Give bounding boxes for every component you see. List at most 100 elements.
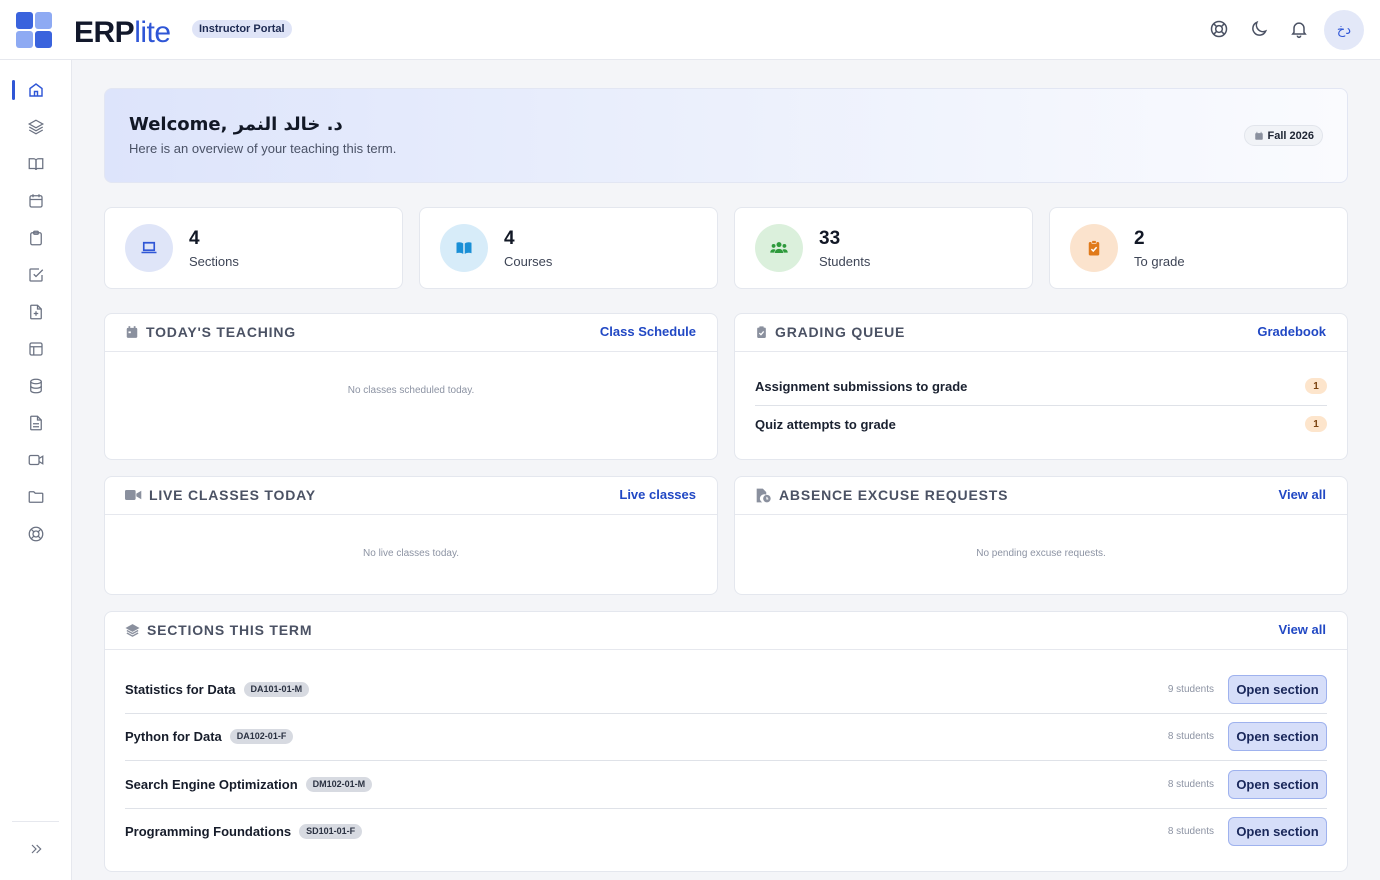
- section-row: Statistics for Data DA101-01-M 9 student…: [125, 666, 1327, 713]
- brand-accent: lite: [134, 16, 171, 49]
- panel-title-text: GRADING QUEUE: [775, 324, 906, 340]
- stat-label: To grade: [1134, 254, 1185, 269]
- welcome-subtitle: Here is an overview of your teaching thi…: [129, 141, 397, 156]
- panel-title: SECTIONS THIS TERM: [125, 622, 312, 638]
- section-name: Python for Data: [125, 729, 222, 744]
- gradebook-link[interactable]: Gradebook: [1257, 324, 1326, 339]
- clipboard-check-icon: [1070, 224, 1118, 272]
- file-clock-icon: [756, 488, 771, 502]
- student-count: 8 students: [1167, 731, 1214, 742]
- notifications-bell-icon[interactable]: [1287, 17, 1311, 41]
- section-code-badge: DM102-01-M: [305, 777, 373, 792]
- calendar-icon: [126, 326, 138, 338]
- dark-mode-moon-icon[interactable]: [1247, 17, 1271, 41]
- empty-state-text: No classes scheduled today.: [347, 385, 475, 396]
- help-lifebuoy-icon[interactable]: [1207, 17, 1231, 41]
- view-all-sections-link[interactable]: View all: [1279, 622, 1326, 637]
- section-row: Programming Foundations SD101-01-F 8 stu…: [125, 808, 1327, 855]
- stat-value: 33: [819, 228, 841, 249]
- panel-title-text: TODAY'S TEACHING: [146, 324, 296, 340]
- clipboard-check-icon: [757, 326, 766, 338]
- nav-checkbox-icon[interactable]: [24, 263, 48, 287]
- count-badge: 1: [1305, 378, 1327, 394]
- stat-value: 2: [1134, 228, 1145, 249]
- section-name: Programming Foundations: [125, 824, 292, 839]
- logo-icon[interactable]: [16, 12, 53, 48]
- stat-card-sections: 4 Sections: [104, 207, 403, 289]
- open-section-button[interactable]: Open section: [1228, 817, 1327, 846]
- queue-item[interactable]: Assignment submissions to grade 1: [755, 367, 1327, 405]
- class-schedule-link[interactable]: Class Schedule: [600, 324, 696, 339]
- nav-lifebuoy-icon[interactable]: [24, 522, 48, 546]
- student-count: 9 students: [1167, 684, 1214, 695]
- nav-calendar-icon[interactable]: [24, 189, 48, 213]
- nav-layout-icon[interactable]: [24, 337, 48, 361]
- welcome-banner: Welcome, د. خالد النمر Here is an overvi…: [104, 88, 1348, 183]
- panel-header: GRADING QUEUE Gradebook: [735, 314, 1347, 352]
- panel-title: ABSENCE EXCUSE REQUESTS: [755, 487, 1008, 503]
- layers-icon: [125, 623, 140, 637]
- term-badge: Fall 2026: [1243, 125, 1323, 146]
- stat-label: Sections: [189, 254, 239, 269]
- queue-item-label: Assignment submissions to grade: [755, 378, 968, 394]
- panel-title-text: SECTIONS THIS TERM: [147, 622, 313, 638]
- count-badge: 1: [1305, 416, 1327, 432]
- stat-card-to-grade: 2 To grade: [1049, 207, 1348, 289]
- live-classes-panel: LIVE CLASSES TODAY Live classes No live …: [104, 476, 718, 595]
- sidebar-divider: [12, 821, 59, 822]
- student-count: 8 students: [1167, 826, 1214, 837]
- brand-main: ERP: [74, 16, 135, 49]
- nav-file-plus-icon[interactable]: [24, 300, 48, 324]
- stat-value: 4: [189, 228, 200, 249]
- laptop-icon: [125, 224, 173, 272]
- live-classes-link[interactable]: Live classes: [619, 487, 696, 502]
- open-book-icon: [440, 224, 488, 272]
- empty-state-text: No pending excuse requests.: [976, 548, 1106, 559]
- panel-title-text: ABSENCE EXCUSE REQUESTS: [779, 487, 1009, 503]
- open-section-button[interactable]: Open section: [1228, 722, 1327, 751]
- section-name: Statistics for Data: [125, 682, 236, 697]
- brand-wordmark[interactable]: ERPlite: [74, 15, 171, 51]
- nav-clipboard-icon[interactable]: [24, 226, 48, 250]
- absence-excuse-panel: ABSENCE EXCUSE REQUESTS View all No pend…: [734, 476, 1348, 595]
- empty-state-text: No live classes today.: [363, 548, 459, 559]
- todays-teaching-panel: TODAY'S TEACHING Class Schedule No class…: [104, 313, 718, 460]
- sections-this-term-panel: SECTIONS THIS TERM View all Statistics f…: [104, 611, 1348, 872]
- nav-layers-icon[interactable]: [24, 115, 48, 139]
- section-name: Search Engine Optimization: [125, 777, 298, 792]
- panel-header: SECTIONS THIS TERM View all: [105, 612, 1347, 650]
- panel-header: TODAY'S TEACHING Class Schedule: [105, 314, 717, 352]
- welcome-title: Welcome, د. خالد النمر: [129, 114, 343, 135]
- panel-title: GRADING QUEUE: [755, 324, 905, 340]
- stat-card-students: 33 Students: [734, 207, 1033, 289]
- panel-title: LIVE CLASSES TODAY: [125, 487, 316, 503]
- panel-header: LIVE CLASSES TODAY Live classes: [105, 477, 717, 515]
- user-avatar[interactable]: دخ: [1324, 10, 1364, 50]
- open-section-button[interactable]: Open section: [1228, 770, 1327, 799]
- nav-home-icon[interactable]: [12, 78, 48, 102]
- stat-label: Students: [819, 254, 871, 269]
- nav-book-icon[interactable]: [24, 152, 48, 176]
- section-code-badge: DA102-01-F: [229, 729, 294, 744]
- section-code-badge: SD101-01-F: [299, 824, 363, 839]
- panel-header: ABSENCE EXCUSE REQUESTS View all: [735, 477, 1347, 515]
- grading-queue-panel: GRADING QUEUE Gradebook Assignment submi…: [734, 313, 1348, 460]
- queue-item-label: Quiz attempts to grade: [755, 416, 896, 432]
- top-bar: ERPlite Instructor Portal دخ: [0, 0, 1380, 60]
- expand-sidebar-chevrons-right-icon[interactable]: [24, 837, 48, 861]
- stat-card-courses: 4 Courses: [419, 207, 718, 289]
- stat-value: 4: [504, 228, 515, 249]
- video-icon: [125, 490, 142, 500]
- nav-database-icon[interactable]: [24, 374, 48, 398]
- sidebar: [0, 60, 72, 880]
- open-section-button[interactable]: Open section: [1228, 675, 1327, 704]
- section-row: Python for Data DA102-01-F 8 students Op…: [125, 713, 1327, 760]
- view-all-excuses-link[interactable]: View all: [1279, 487, 1326, 502]
- section-code-badge: DA101-01-M: [243, 682, 310, 697]
- nav-video-icon[interactable]: [24, 448, 48, 472]
- nav-file-text-icon[interactable]: [24, 411, 48, 435]
- nav-folder-icon[interactable]: [24, 485, 48, 509]
- queue-item[interactable]: Quiz attempts to grade 1: [755, 405, 1327, 443]
- section-row: Search Engine Optimization DM102-01-M 8 …: [125, 761, 1327, 808]
- users-icon: [755, 224, 803, 272]
